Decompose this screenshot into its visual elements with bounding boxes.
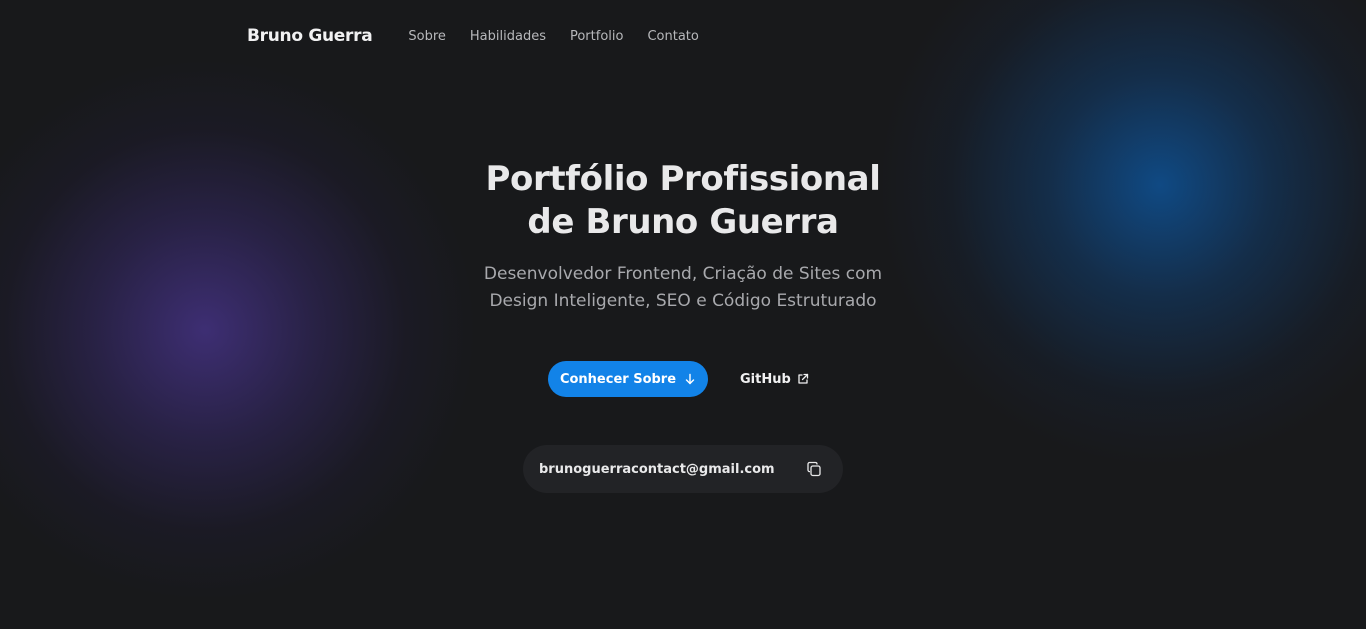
brand-logo[interactable]: Bruno Guerra — [247, 26, 373, 46]
top-navigation: Bruno Guerra Sobre Habilidades Portfolio… — [247, 24, 723, 48]
hero-actions: Conhecer Sobre GitHub — [548, 361, 809, 397]
external-link-icon — [797, 373, 809, 385]
copy-icon[interactable] — [803, 458, 825, 480]
nav-link-contato[interactable]: Contato — [647, 29, 698, 44]
hero-section: Portfólio Profissional de Bruno Guerra D… — [0, 158, 1366, 315]
github-label: GitHub — [740, 371, 791, 387]
email-contact-pill: brunoguerracontact@gmail.com — [523, 445, 843, 493]
page: Bruno Guerra Sobre Habilidades Portfolio… — [0, 0, 1366, 629]
hero-title-line1: Portfólio Profissional — [485, 159, 881, 199]
nav-link-habilidades[interactable]: Habilidades — [470, 29, 546, 44]
hero-subtitle-line1: Desenvolvedor Frontend, Criação de Sites… — [483, 264, 883, 284]
nav-link-sobre[interactable]: Sobre — [408, 29, 446, 44]
nav-link-portfolio[interactable]: Portfolio — [570, 29, 623, 44]
github-link[interactable]: GitHub — [740, 361, 809, 397]
hero-title: Portfólio Profissional de Bruno Guerra — [473, 158, 893, 244]
hero-subtitle-line2: Design Inteligente, SEO e Código Estrutu… — [489, 291, 877, 311]
email-address: brunoguerracontact@gmail.com — [539, 461, 775, 477]
arrow-down-icon — [684, 373, 696, 385]
conhecer-sobre-label: Conhecer Sobre — [559, 371, 677, 387]
conhecer-sobre-button[interactable]: Conhecer Sobre — [548, 361, 708, 397]
hero-subtitle: Desenvolvedor Frontend, Criação de Sites… — [473, 261, 893, 315]
hero-title-line2: de Bruno Guerra — [527, 202, 839, 242]
